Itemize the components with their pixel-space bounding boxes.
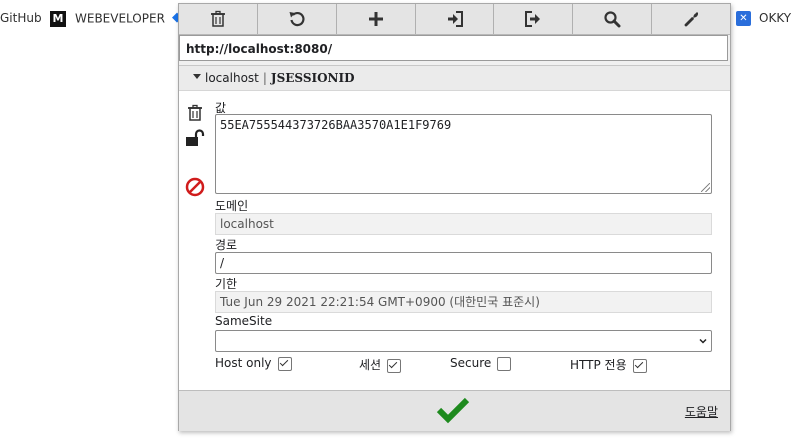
wrench-icon bbox=[684, 12, 699, 27]
bookmark-webeveloper[interactable]: M WEBEVELOPER bbox=[50, 11, 165, 27]
secure-option: Secure bbox=[450, 356, 512, 371]
cookie-panel: localhost | JSESSIONID 값 55EA755544373726B… bbox=[179, 65, 730, 391]
import-icon bbox=[447, 11, 463, 27]
cookie-editor-popup: http://localhost:8080/ localhost | JSESSIO… bbox=[178, 3, 731, 431]
toolbar bbox=[179, 4, 730, 35]
expires-label: 기한 bbox=[215, 277, 238, 291]
help-link[interactable]: 도움말 bbox=[685, 403, 718, 420]
path-field[interactable]: / bbox=[215, 252, 712, 274]
checkmark-icon bbox=[436, 397, 470, 424]
collapse-arrow-icon bbox=[193, 74, 201, 79]
delete-all-button[interactable] bbox=[179, 4, 258, 34]
bookmark-github[interactable]: GitHub bbox=[0, 11, 42, 25]
undo-icon bbox=[289, 12, 305, 27]
unlock-icon bbox=[186, 129, 205, 146]
delete-cookie-button[interactable] bbox=[184, 102, 206, 124]
host-only-label: Host only bbox=[215, 356, 272, 370]
url-bar[interactable]: http://localhost:8080/ bbox=[179, 35, 728, 61]
domain-field: localhost bbox=[215, 213, 712, 235]
cookie-name: JSESSIONID bbox=[270, 71, 355, 85]
cookie-header[interactable]: localhost | JSESSIONID bbox=[179, 66, 730, 91]
host-only-option: Host only bbox=[215, 356, 292, 371]
samesite-label: SameSite bbox=[215, 314, 273, 328]
bookmark-label: WEBEVELOPER bbox=[75, 11, 165, 26]
session-option: 세션 bbox=[359, 356, 402, 373]
trash-icon bbox=[188, 104, 202, 121]
add-cookie-button[interactable] bbox=[337, 4, 416, 34]
chevron-down-icon bbox=[699, 338, 707, 344]
protect-cookie-button[interactable] bbox=[184, 128, 206, 150]
trash-icon bbox=[210, 10, 225, 27]
expires-field: Tue Jun 29 2021 22:21:54 GMT+0900 (대한민국 … bbox=[215, 291, 712, 313]
flags-row: Host only 세션 Secure HTTP 전용 bbox=[215, 356, 712, 376]
search-button[interactable] bbox=[573, 4, 653, 34]
search-icon bbox=[604, 11, 621, 28]
secure-checkbox[interactable] bbox=[497, 356, 512, 371]
http-only-label: HTTP 전용 bbox=[570, 358, 627, 372]
value-text: 55EA755544373726BAA3570A1E1F9769 bbox=[220, 118, 452, 132]
options-button[interactable] bbox=[652, 4, 730, 34]
secure-label: Secure bbox=[450, 356, 492, 370]
samesite-select[interactable] bbox=[215, 330, 712, 352]
footer: 도움말 bbox=[179, 390, 730, 431]
resize-grip-icon[interactable] bbox=[701, 183, 710, 192]
bookmark-okky[interactable]: ✕ OKKY bbox=[736, 11, 791, 26]
import-button[interactable] bbox=[416, 4, 495, 34]
http-only-checkbox[interactable] bbox=[632, 358, 647, 373]
domain-label: 도메인 bbox=[215, 199, 249, 213]
path-label: 경로 bbox=[215, 238, 238, 252]
session-checkbox[interactable] bbox=[387, 358, 402, 373]
cookie-domain-header: localhost bbox=[205, 71, 259, 85]
save-button[interactable] bbox=[435, 395, 471, 425]
plus-icon bbox=[368, 12, 383, 26]
block-cookie-button[interactable] bbox=[184, 176, 206, 198]
medium-logo-icon: M bbox=[50, 11, 66, 27]
http-only-option: HTTP 전용 bbox=[570, 356, 647, 373]
reset-button[interactable] bbox=[258, 4, 337, 34]
bookmark-label: GitHub bbox=[0, 11, 42, 25]
block-icon bbox=[185, 177, 205, 197]
okky-logo-icon: ✕ bbox=[736, 11, 751, 26]
export-button[interactable] bbox=[494, 4, 574, 34]
bookmark-label: OKKY bbox=[759, 11, 792, 25]
host-only-checkbox[interactable] bbox=[277, 356, 292, 371]
value-textarea[interactable]: 55EA755544373726BAA3570A1E1F9769 bbox=[215, 114, 712, 194]
header-separator: | bbox=[262, 71, 267, 85]
export-icon bbox=[525, 11, 541, 27]
session-label: 세션 bbox=[359, 358, 382, 372]
